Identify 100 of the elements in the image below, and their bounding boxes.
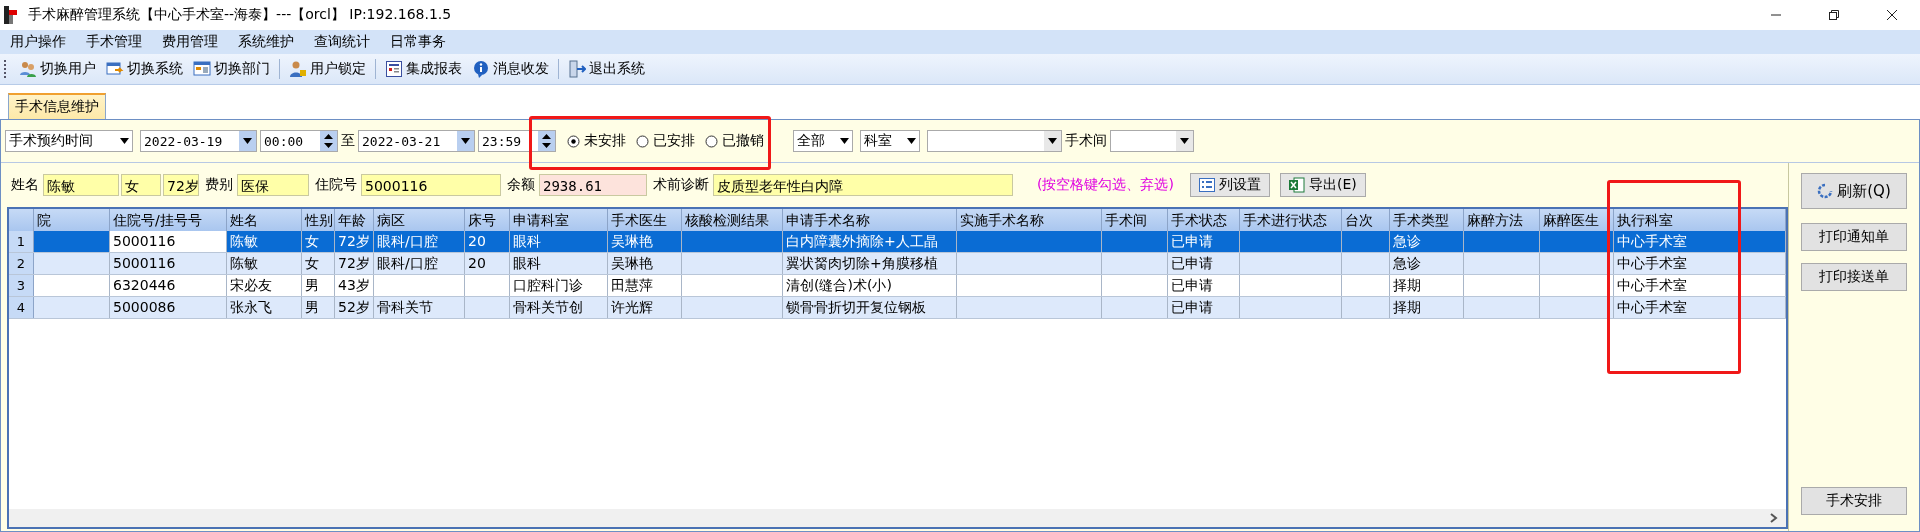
time-type-dropdown[interactable]: 手术预约时间: [5, 130, 133, 152]
close-icon[interactable]: [1886, 9, 1898, 21]
menu-item[interactable]: 用户操作: [10, 33, 66, 51]
field-label: 术前诊断: [653, 176, 709, 194]
spreadsheet-icon: [1288, 177, 1305, 193]
table-cell: 中心手术室: [1617, 233, 1687, 249]
spin-arrows-icon: [324, 133, 333, 149]
tab[interactable]: 手术信息维护: [8, 93, 106, 119]
table-cell: 清创(缝合)术(小): [786, 277, 892, 293]
list-icon: [1198, 178, 1215, 192]
field-label: 姓名: [11, 176, 39, 194]
table-cell: 已申请: [1171, 277, 1213, 293]
table-cell: 男: [305, 299, 319, 315]
table-cell: 已申请: [1171, 299, 1213, 315]
table-cell: 中心手术室: [1617, 299, 1687, 315]
table-cell: 眼科: [513, 233, 541, 249]
table-cell: 52岁: [338, 299, 370, 315]
table-cell: 宋必友: [230, 277, 272, 293]
table-cell: 急诊: [1393, 233, 1421, 249]
table-cell: 女: [305, 233, 319, 249]
info-field: 72岁: [163, 174, 199, 196]
table-cell: 20: [468, 233, 486, 249]
table-cell: 择期: [1393, 299, 1421, 315]
export-button[interactable]: 导出(E): [1279, 173, 1366, 197]
radio-label[interactable]: 已安排: [653, 132, 695, 150]
print-button[interactable]: 打印通知单: [1801, 223, 1907, 251]
end-date-picker[interactable]: 2022-03-21: [358, 130, 475, 152]
table-cell: 中心手术室: [1617, 277, 1687, 293]
scope-dropdown[interactable]: 全部: [793, 130, 853, 152]
caret-down-icon: [1180, 138, 1189, 144]
print-button[interactable]: 打印接送单: [1801, 263, 1907, 291]
table-cell: 已申请: [1171, 255, 1213, 271]
toolbar-button[interactable]: 切换系统: [103, 58, 186, 80]
field-label: 住院号: [315, 176, 357, 194]
menu-item[interactable]: 手术管理: [86, 33, 142, 51]
toolbar-button[interactable]: 集成报表: [382, 58, 465, 80]
dept-type-dropdown[interactable]: 科室: [860, 130, 920, 152]
menu-item[interactable]: 系统维护: [238, 33, 294, 51]
radio-button[interactable]: [636, 134, 649, 148]
table-cell: 5000116: [113, 255, 176, 271]
field-label: 余额: [507, 176, 535, 194]
radio-label[interactable]: 未安排: [584, 132, 626, 150]
menu-item[interactable]: 费用管理: [162, 33, 218, 51]
caret-down-icon: [461, 138, 470, 144]
toolbar-button[interactable]: 消息收发: [469, 58, 552, 80]
table-row[interactable]: 4 5000086 张永飞 男 52岁 骨科关节 骨科关节创 许光辉 锁骨骨折切开复位钢板 已申请 择期 中心手术室: [9, 297, 1786, 319]
start-date-picker[interactable]: 2022-03-19: [140, 130, 257, 152]
row-number: 2: [9, 253, 34, 274]
toolbar-button[interactable]: 退出系统: [565, 58, 648, 80]
info-field: 女: [121, 174, 161, 196]
table-cell: 田慧萍: [611, 277, 653, 293]
table-row[interactable]: 2 5000116 陈敏 女 72岁 眼科/口腔 20 眼科 吴琳艳 翼状胬肉切除+角膜移植 已申请 急诊 中心手术室: [9, 253, 1786, 275]
table-cell: 43岁: [338, 277, 370, 293]
radio-button[interactable]: [705, 134, 718, 148]
info-icon: [472, 60, 490, 78]
table-cell: 72岁: [338, 233, 370, 249]
table-cell: 口腔科门诊: [513, 277, 583, 293]
caret-down-icon: [1048, 138, 1057, 144]
caret-down-icon: [840, 138, 849, 144]
end-time-spinner[interactable]: 23:59: [478, 130, 556, 152]
row-number: 3: [9, 275, 34, 296]
room-label: 手术间: [1065, 132, 1107, 150]
table-cell: 翼状胬肉切除+角膜移植: [786, 255, 938, 271]
table-cell: 女: [305, 255, 319, 271]
table-cell: 陈敏: [230, 233, 258, 249]
chevron-right-icon[interactable]: [1770, 513, 1778, 523]
restore-icon[interactable]: [1828, 9, 1840, 21]
table-cell: 眼科/口腔: [377, 233, 438, 249]
radio-label[interactable]: 已撤销: [722, 132, 764, 150]
hint-text: (按空格键勾选、弃选): [1037, 176, 1174, 194]
spin-arrows-icon: [542, 133, 551, 149]
to-label: 至: [341, 132, 355, 150]
table-cell: 急诊: [1393, 255, 1421, 271]
radio-button[interactable]: [567, 134, 580, 148]
start-time-spinner[interactable]: 00:00: [260, 130, 338, 152]
table-cell: 白内障囊外摘除+人工晶: [786, 233, 938, 249]
table-cell: 许光辉: [611, 299, 653, 315]
toolbar-button[interactable]: 用户锁定: [286, 58, 369, 80]
menu-item[interactable]: 查询统计: [314, 33, 370, 51]
table-row[interactable]: 3 6320446 宋必友 男 43岁 口腔科门诊 田慧萍 清创(缝合)术(小) 已申请 择期 中心手术室: [9, 275, 1786, 297]
menu-item[interactable]: 日常事务: [390, 33, 446, 51]
toolbar-button[interactable]: 切换用户: [16, 58, 99, 80]
report-icon: [385, 60, 403, 78]
table-cell: 骨科关节: [377, 299, 433, 315]
toolbar-button[interactable]: 切换部门: [190, 58, 273, 80]
table-row[interactable]: 1 5000116 陈敏 女 72岁 眼科/口腔 20 眼科 吴琳艳 白内障囊外摘除+人工晶 已申请 急诊 中心手术室: [9, 231, 1786, 253]
table-cell: 72岁: [338, 255, 370, 271]
info-field: 陈敏: [43, 174, 119, 196]
info-field: 5000116: [361, 174, 501, 196]
caret-down-icon: [120, 138, 129, 144]
table-cell: 5000086: [113, 299, 176, 315]
diagnosis-field: 皮质型老年性白内障: [713, 174, 1013, 196]
table-cell: 已申请: [1171, 233, 1213, 249]
column-settings-button[interactable]: 列设置: [1189, 173, 1270, 197]
users-icon: [19, 60, 37, 78]
table-cell: 陈敏: [230, 255, 258, 271]
caret-down-icon: [243, 138, 252, 144]
table-cell: 男: [305, 277, 319, 293]
schedule-button[interactable]: 手术安排: [1801, 487, 1907, 515]
refresh-button[interactable]: 刷新(Q): [1801, 173, 1907, 209]
